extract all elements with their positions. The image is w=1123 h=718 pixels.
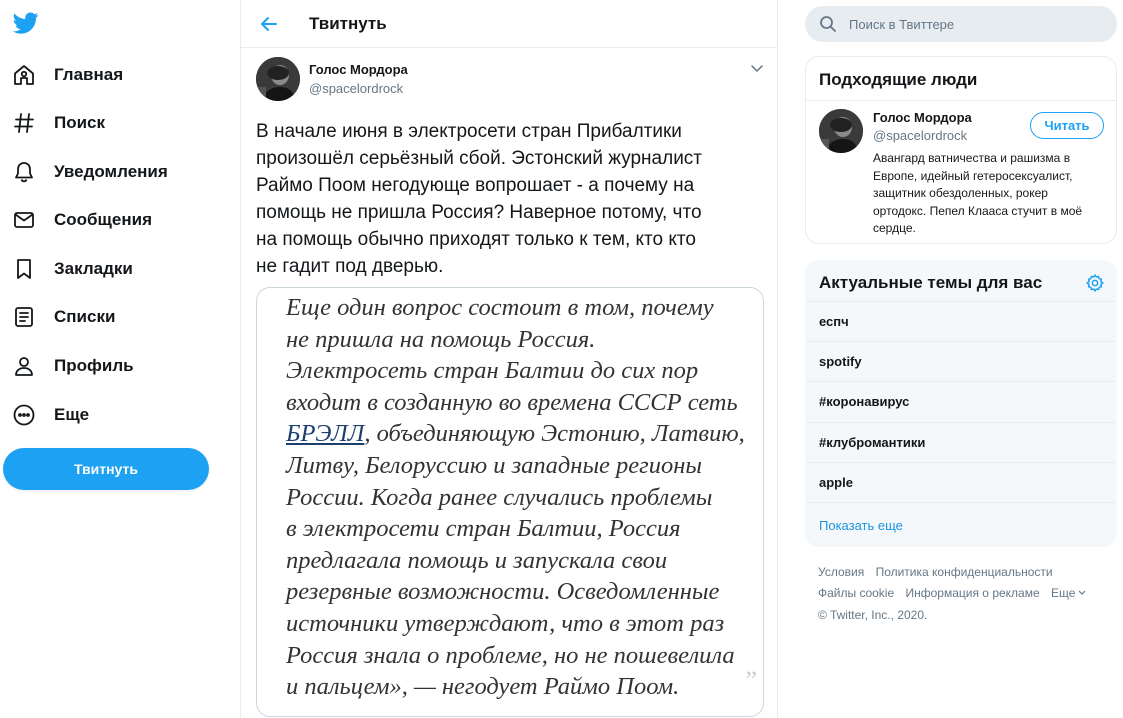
follow-button[interactable]: Читать xyxy=(1030,112,1104,139)
who-to-follow-title: Подходящие люди xyxy=(819,70,978,89)
footer-row-1: Условия Политика конфиденциальности xyxy=(818,565,1061,579)
show-more-link[interactable]: Показать еще xyxy=(819,518,903,533)
trend-label: #коронавирус xyxy=(819,394,910,409)
image-text-after: , объединяющую Эстонию, Латвию, Литву, Б… xyxy=(286,420,745,701)
nav-label: Сообщения xyxy=(54,210,152,229)
tweet-image[interactable]: Еще один вопрос состоит в том, почему не… xyxy=(256,287,764,717)
footer-row-2: Файлы cookie Информация о рекламе Еще xyxy=(818,586,1095,600)
back-arrow-icon[interactable] xyxy=(259,14,279,34)
gear-icon[interactable] xyxy=(1085,273,1105,293)
author-avatar[interactable] xyxy=(256,57,300,101)
bookmark-icon xyxy=(12,257,36,281)
home-icon xyxy=(12,63,36,87)
nav-item-notifications[interactable]: Уведомления xyxy=(12,154,168,190)
trend-item[interactable]: spotify xyxy=(806,341,1116,381)
left-sidebar: Главная Поиск Уведомления Сообщения Закл… xyxy=(0,0,240,718)
page-title: Твитнуть xyxy=(309,14,387,33)
quote-mark-icon: ” xyxy=(745,666,757,695)
footer-link-privacy[interactable]: Политика конфиденциальности xyxy=(876,565,1053,579)
trend-item[interactable]: apple xyxy=(806,462,1116,502)
trend-item[interactable]: #коронавирус xyxy=(806,381,1116,421)
footer-link-ads-info[interactable]: Информация о рекламе xyxy=(906,586,1040,600)
suggested-user-handle[interactable]: @spacelordrock xyxy=(873,128,967,143)
trend-item[interactable]: #клубромантики xyxy=(806,422,1116,462)
suggested-user-avatar[interactable] xyxy=(819,109,863,153)
nav-item-explore[interactable]: Поиск xyxy=(12,105,105,141)
main-header: Твитнуть xyxy=(241,0,777,48)
suggested-user-bio: Авангард ватничества и рашизма в Европе,… xyxy=(873,151,1083,235)
right-sidebar: Подходящие люди Голос Мордора @spacelord… xyxy=(778,0,1123,718)
trend-label: spotify xyxy=(819,354,862,369)
nav-label: Уведомления xyxy=(54,162,168,181)
trend-item[interactable]: еспч xyxy=(806,301,1116,341)
trends-title: Актуальные темы для вас xyxy=(819,273,1043,292)
suggested-user-name[interactable]: Голос Мордора xyxy=(873,110,972,125)
divider xyxy=(806,100,1116,101)
footer-link-terms[interactable]: Условия xyxy=(818,565,864,579)
search-input[interactable] xyxy=(849,14,1099,34)
trend-label: #клубромантики xyxy=(819,435,926,450)
nav-label: Еще xyxy=(54,405,90,424)
nav-label: Профиль xyxy=(54,356,134,375)
nav-item-bookmarks[interactable]: Закладки xyxy=(12,251,133,287)
bell-icon xyxy=(12,160,36,184)
trend-label: еспч xyxy=(819,314,849,329)
search-icon xyxy=(819,15,837,33)
nav-item-lists[interactable]: Списки xyxy=(12,299,115,335)
user-icon xyxy=(12,354,36,378)
tweet-text: В начале июня в электросети стран Прибал… xyxy=(256,121,703,277)
nav-item-more[interactable]: Еще xyxy=(12,397,89,433)
twitter-logo-icon[interactable] xyxy=(12,10,40,36)
nav-label: Закладки xyxy=(54,259,133,278)
nav-item-profile[interactable]: Профиль xyxy=(12,348,134,384)
chevron-down-icon[interactable] xyxy=(1077,586,1087,600)
image-text-before: Еще один вопрос состоит в том, почему не… xyxy=(286,294,738,416)
image-link-text: БРЭЛЛ xyxy=(286,420,365,448)
tweet-button[interactable]: Твитнуть xyxy=(3,448,209,490)
author-handle[interactable]: @spacelordrock xyxy=(309,81,403,96)
nav-label: Поиск xyxy=(54,113,106,132)
who-to-follow-panel: Подходящие люди Голос Мордора @spacelord… xyxy=(805,56,1117,244)
nav-label: Списки xyxy=(54,307,116,326)
more-icon xyxy=(12,403,36,427)
list-icon xyxy=(12,305,36,329)
trends-panel: Актуальные темы для вас еспч spotify #ко… xyxy=(805,260,1117,547)
envelope-icon xyxy=(12,208,36,232)
nav-label: Главная xyxy=(54,65,124,84)
main-column: Твитнуть Голос Мордора @spacelordrock В … xyxy=(240,0,778,718)
image-quote-text: Еще один вопрос состоит в том, почему не… xyxy=(286,292,756,703)
chevron-down-icon[interactable] xyxy=(749,60,765,76)
search-bar[interactable] xyxy=(805,6,1117,42)
trend-label: apple xyxy=(819,475,853,490)
hashtag-icon xyxy=(12,111,36,135)
footer-link-cookies[interactable]: Файлы cookie xyxy=(818,586,894,600)
nav-item-messages[interactable]: Сообщения xyxy=(12,202,152,238)
copyright: © Twitter, Inc., 2020. xyxy=(818,608,928,622)
author-name[interactable]: Голос Мордора xyxy=(309,62,408,77)
nav-item-home[interactable]: Главная xyxy=(12,57,123,93)
footer-link-more[interactable]: Еще xyxy=(1051,586,1075,600)
